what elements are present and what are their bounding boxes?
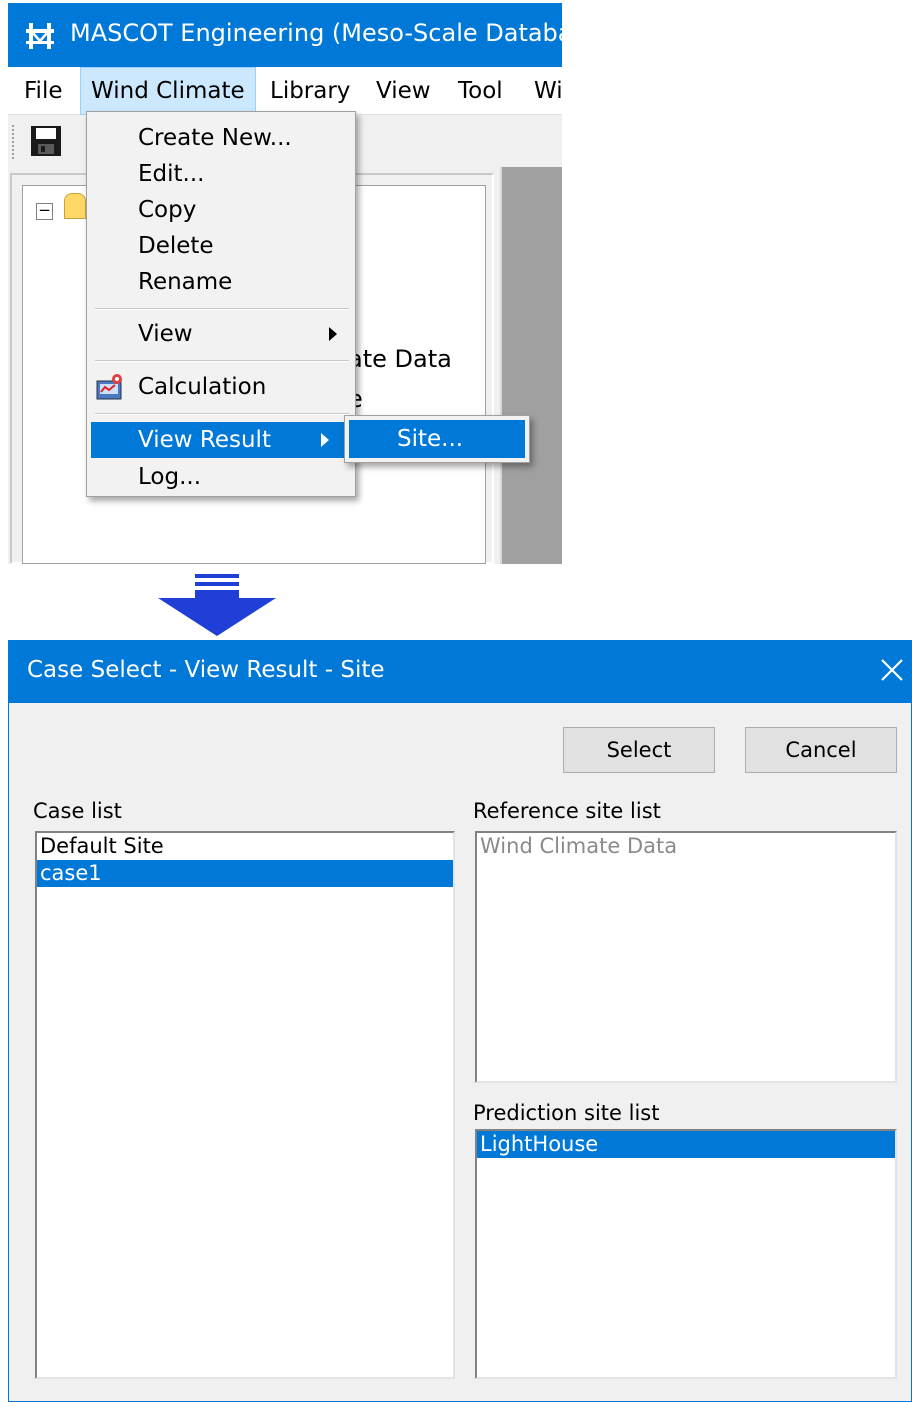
menu-item-rename[interactable]: Rename — [87, 264, 355, 300]
case-listbox[interactable]: Default Site case1 — [35, 831, 455, 1379]
bridge-app-icon — [24, 21, 56, 51]
menu-window[interactable]: Wi — [524, 67, 562, 115]
workspace-area — [500, 167, 562, 564]
toolbar-grip[interactable] — [12, 125, 16, 159]
tree-item-text: ate Data — [348, 345, 452, 373]
menu-item-view[interactable]: View — [87, 316, 355, 352]
menu-item-create-new[interactable]: Create New... — [87, 120, 355, 156]
menu-tool[interactable]: Tool — [448, 67, 513, 115]
list-item[interactable]: Default Site — [37, 833, 453, 860]
wind-climate-dropdown: Create New... Edit... Copy Delete Rename… — [86, 111, 356, 497]
menu-item-copy[interactable]: Copy — [87, 192, 355, 228]
menu-separator — [95, 360, 349, 362]
select-button[interactable]: Select — [563, 727, 715, 773]
reference-site-list-label: Reference site list — [473, 799, 661, 823]
list-item[interactable]: Wind Climate Data — [477, 833, 895, 860]
menu-wind-climate[interactable]: Wind Climate — [80, 67, 256, 115]
dialog-title: Case Select - View Result - Site — [27, 657, 385, 683]
prediction-site-listbox[interactable]: LightHouse — [475, 1129, 897, 1379]
menu-item-edit[interactable]: Edit... — [87, 156, 355, 192]
menu-library[interactable]: Library — [260, 67, 360, 115]
menu-item-calculation[interactable]: Calculation — [87, 369, 355, 405]
menu-item-label: Calculation — [138, 374, 267, 400]
menu-item-label: View — [138, 321, 193, 347]
prediction-site-list-label: Prediction site list — [473, 1101, 660, 1125]
menu-file[interactable]: File — [14, 67, 73, 115]
main-window-screenshot: MASCOT Engineering (Meso-Scale Database … — [8, 3, 562, 564]
tree-node-icon — [64, 193, 86, 219]
list-item[interactable]: LightHouse — [477, 1131, 895, 1158]
save-icon[interactable] — [30, 125, 62, 157]
submenu-arrow-icon — [321, 433, 329, 447]
reference-site-listbox[interactable]: Wind Climate Data — [475, 831, 897, 1083]
calculation-icon — [96, 374, 122, 400]
list-item[interactable]: case1 — [37, 860, 453, 887]
menu-view[interactable]: View — [366, 67, 441, 115]
menu-item-delete[interactable]: Delete — [87, 228, 355, 264]
cancel-button[interactable]: Cancel — [745, 727, 897, 773]
menubar: File Wind Climate Library View Tool Wi — [8, 67, 562, 115]
tree-collapse-icon[interactable]: − — [36, 203, 53, 220]
view-result-submenu: Site... — [344, 415, 530, 463]
menu-separator — [95, 413, 349, 415]
submenu-item-site[interactable]: Site... — [349, 420, 525, 458]
menu-item-label: View Result — [138, 427, 271, 453]
menu-item-log[interactable]: Log... — [87, 459, 355, 495]
case-select-dialog: Case Select - View Result - Site Select … — [8, 640, 912, 1402]
menu-item-view-result[interactable]: View Result — [91, 422, 347, 458]
down-arrow-icon — [158, 574, 276, 636]
dialog-titlebar: Case Select - View Result - Site — [9, 641, 911, 703]
menu-separator — [95, 308, 349, 310]
case-list-label: Case list — [33, 799, 122, 823]
app-titlebar: MASCOT Engineering (Meso-Scale Database — [8, 3, 562, 67]
close-icon[interactable] — [877, 655, 907, 685]
submenu-arrow-icon — [329, 327, 337, 341]
app-title: MASCOT Engineering (Meso-Scale Database — [70, 19, 562, 47]
